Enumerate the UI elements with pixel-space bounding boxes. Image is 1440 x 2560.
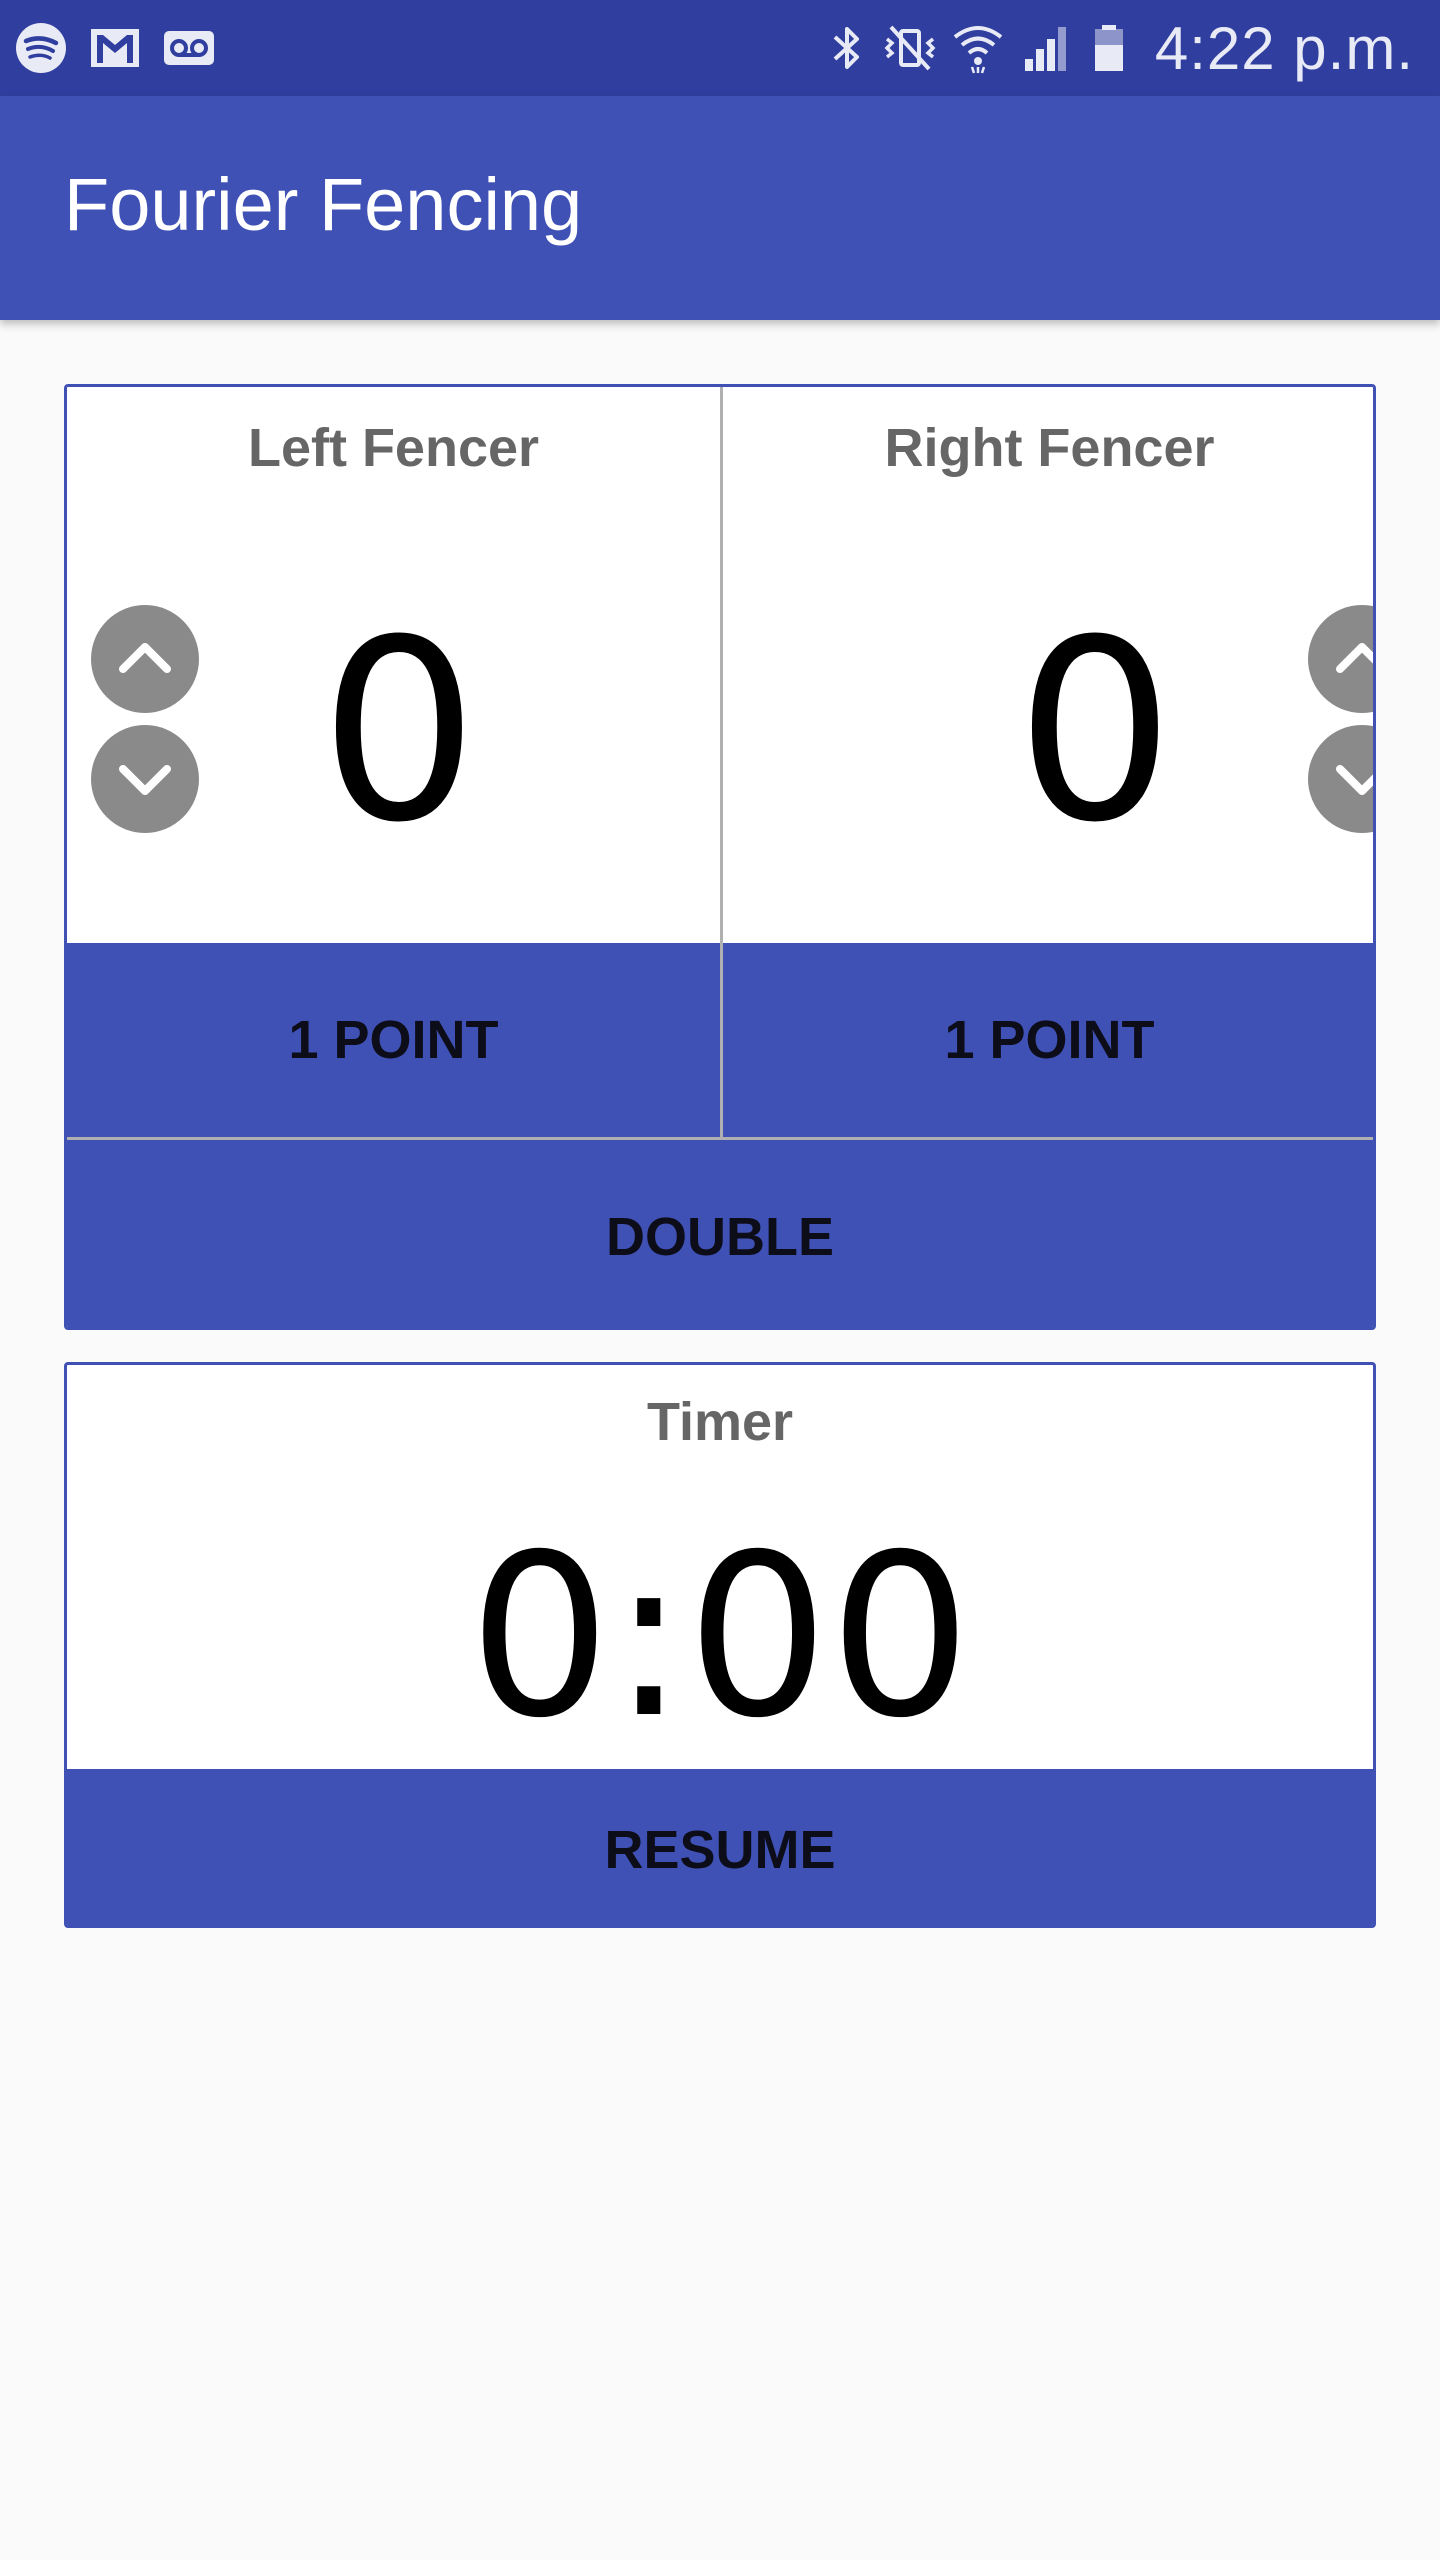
app-bar: Fourier Fencing	[0, 96, 1440, 320]
left-score-down-button[interactable]	[91, 725, 199, 833]
voicemail-icon	[164, 31, 214, 65]
right-fencer-name: Right Fencer	[884, 418, 1215, 478]
chevron-up-icon	[1336, 643, 1373, 673]
status-time: 4:22 p.m.	[1154, 14, 1414, 82]
right-point-button[interactable]: 1 POINT	[723, 943, 1373, 1137]
right-score-down-button[interactable]	[1308, 725, 1373, 833]
spotify-icon	[16, 23, 66, 73]
chevron-up-icon	[119, 643, 171, 673]
left-fencer-score: 0	[319, 586, 479, 877]
vertical-divider	[720, 387, 723, 1137]
right-score-up-button[interactable]	[1308, 605, 1373, 713]
right-fencer-score: 0	[1015, 586, 1175, 877]
status-bar: 4:22 p.m.	[0, 0, 1440, 96]
app-title: Fourier Fencing	[64, 163, 583, 246]
notification-icons	[14, 22, 216, 74]
vibrate-icon	[884, 25, 936, 71]
timer-label: Timer	[646, 1392, 794, 1452]
left-point-button[interactable]: 1 POINT	[67, 943, 720, 1137]
left-fencer-name: Left Fencer	[247, 418, 540, 478]
right-fencer-panel: Right Fencer 0	[723, 387, 1373, 943]
wifi-icon	[953, 26, 1003, 74]
left-score-up-button[interactable]	[91, 605, 199, 713]
double-button[interactable]: DOUBLE	[67, 1140, 1373, 1327]
left-fencer-panel: Left Fencer 0	[67, 387, 720, 943]
scoreboard-card: Left Fencer 0 Right Fencer 0 1 POINT 1 P…	[64, 384, 1376, 1330]
bluetooth-icon	[833, 27, 859, 69]
chevron-down-icon	[119, 765, 171, 795]
battery-icon	[1094, 25, 1123, 71]
system-icons: 4:22 p.m.	[825, 14, 1414, 82]
chevron-down-icon	[1336, 765, 1373, 795]
timer-card: Timer 0:00 RESUME	[64, 1362, 1376, 1928]
timer-value: 0:00	[468, 1506, 972, 1767]
gmail-icon	[91, 29, 139, 67]
resume-button[interactable]: RESUME	[67, 1769, 1373, 1925]
signal-icon	[1024, 27, 1066, 71]
